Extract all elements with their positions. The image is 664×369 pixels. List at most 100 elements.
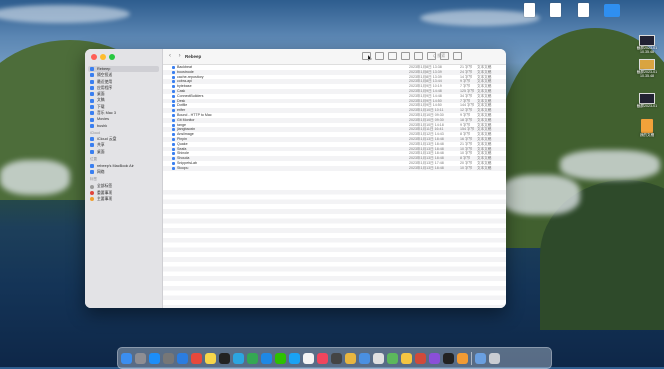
dock-app-icon[interactable] xyxy=(303,352,314,364)
screenshot-file-icon[interactable]: 截屏2023-01 10.35.48 xyxy=(633,59,661,78)
folder-icon xyxy=(90,170,94,175)
file-icon xyxy=(172,99,175,103)
folder-icon xyxy=(90,149,94,154)
file-icon xyxy=(172,70,175,74)
file-kind: 文本文稿 xyxy=(477,165,492,170)
folder-icon xyxy=(90,123,94,128)
back-forward-icon[interactable]: ‹ › xyxy=(169,53,184,59)
file-icon xyxy=(172,152,175,156)
dock-app-icon[interactable] xyxy=(135,352,146,364)
dock-app-icon[interactable] xyxy=(289,352,300,364)
dock-app-icon[interactable] xyxy=(205,352,216,364)
file-icon xyxy=(172,142,175,146)
file-icon xyxy=(172,94,175,98)
file-icon xyxy=(172,137,175,141)
dock-app-icon[interactable] xyxy=(331,352,342,364)
dock-app-icon[interactable] xyxy=(457,352,468,364)
desktop-icon[interactable] xyxy=(519,3,539,17)
file-icon xyxy=(172,109,175,113)
file-size: 10 字节 xyxy=(460,165,473,170)
dock-app-icon[interactable] xyxy=(121,352,132,364)
dock-app-icon[interactable] xyxy=(401,352,412,364)
folder-icon xyxy=(90,137,94,142)
icon-view-icon[interactable] xyxy=(362,52,371,60)
dock-app-icon[interactable] xyxy=(247,352,258,364)
column-view-icon[interactable] xyxy=(388,52,397,60)
dock-app-icon[interactable] xyxy=(275,352,286,364)
folder-icon xyxy=(90,164,94,168)
dock-app-icon[interactable] xyxy=(149,352,160,364)
screenshot-file-icon[interactable]: 截屏2023-01 10.35.48 xyxy=(633,35,661,54)
dock-app-icon[interactable] xyxy=(475,352,486,364)
file-icon xyxy=(172,80,175,84)
tag-dot-icon xyxy=(90,190,94,195)
folder-icon xyxy=(90,117,94,122)
dock-app-icon[interactable] xyxy=(359,352,370,364)
dock-app-icon[interactable] xyxy=(219,352,230,364)
dock-app-icon[interactable] xyxy=(177,352,188,364)
file-date: 2023年1月13日 18:48 xyxy=(409,165,444,170)
sidebar-section-header: iCloud xyxy=(90,130,100,135)
file-icon xyxy=(172,66,175,69)
list-view-icon[interactable] xyxy=(375,52,384,60)
screenshot-file-icon[interactable]: 截屏2023-01 xyxy=(633,93,661,108)
dock-app-icon[interactable] xyxy=(373,352,384,364)
tag-dot-icon xyxy=(90,197,94,202)
dock-separator xyxy=(471,351,472,365)
tag-dot-icon xyxy=(90,184,94,189)
folder-icon xyxy=(90,98,94,103)
dock-app-icon[interactable] xyxy=(233,352,244,364)
search-field[interactable]: Q 搜索 xyxy=(433,53,501,59)
file-icon xyxy=(172,161,175,165)
gallery-view-icon[interactable] xyxy=(401,52,410,60)
folder-icon xyxy=(90,73,94,78)
file-icon xyxy=(172,166,175,170)
dock xyxy=(117,347,552,369)
file-icon xyxy=(172,113,175,117)
dock-app-icon[interactable] xyxy=(345,352,356,364)
file-icon xyxy=(172,118,175,122)
desktop-icon[interactable] xyxy=(573,3,593,17)
window-title: Rebeep xyxy=(185,54,202,59)
dock-app-icon[interactable] xyxy=(415,352,426,364)
file-icon xyxy=(172,128,175,132)
window-controls xyxy=(91,54,115,60)
folder-icon xyxy=(90,67,94,72)
file-list: Backbeat 2023年1月8日 13:38 21 字节 文本文稿 boostnod… xyxy=(163,65,506,171)
file-icon xyxy=(172,85,175,89)
dock-app-icon[interactable] xyxy=(317,352,328,364)
folder-icon[interactable] xyxy=(601,3,623,17)
sidebar-item-label: 桌面 xyxy=(97,149,105,154)
zoom-button[interactable] xyxy=(109,54,115,60)
file-icon xyxy=(172,157,175,161)
folder-icon xyxy=(90,111,94,116)
group-icon[interactable] xyxy=(414,52,423,60)
dock-app-icon[interactable] xyxy=(429,352,440,364)
minimize-button[interactable] xyxy=(100,54,106,60)
file-icon xyxy=(172,75,175,79)
file-icon xyxy=(172,104,175,108)
dock-app-icon[interactable] xyxy=(261,352,272,364)
dock-app-icon[interactable] xyxy=(387,352,398,364)
desktop-icon[interactable] xyxy=(545,3,565,17)
folder-icon xyxy=(90,79,94,84)
sidebar-item[interactable]: 主要事项 xyxy=(85,196,162,202)
sidebar-section-header: 位置 xyxy=(90,156,97,161)
dock-app-icon[interactable] xyxy=(163,352,174,364)
sidebar-item-label: 主要事项 xyxy=(97,197,113,202)
file-row[interactable]: Stoopu 2023年1月13日 18:48 10 字节 文本文稿 xyxy=(163,165,506,171)
finder-window: Rebeep 隔空投送 最近使用 应用程序 桌面 文稿 下载 音乐 Mac 3 Movies bu… xyxy=(85,49,506,308)
file-list-empty-area xyxy=(163,185,506,308)
folder-icon xyxy=(90,143,94,148)
sidebar-section-header: 标签 xyxy=(90,177,97,182)
dock-app-icon[interactable] xyxy=(443,352,454,364)
file-icon xyxy=(172,89,175,93)
document-icon[interactable]: 我的文稿 xyxy=(633,119,661,137)
file-icon xyxy=(172,133,175,137)
sidebar-item-label: 网络 xyxy=(97,170,105,175)
folder-icon xyxy=(90,104,94,109)
close-button[interactable] xyxy=(91,54,97,60)
dock-app-icon[interactable] xyxy=(489,352,500,364)
dock-app-icon[interactable] xyxy=(191,352,202,364)
folder-icon xyxy=(90,92,94,97)
